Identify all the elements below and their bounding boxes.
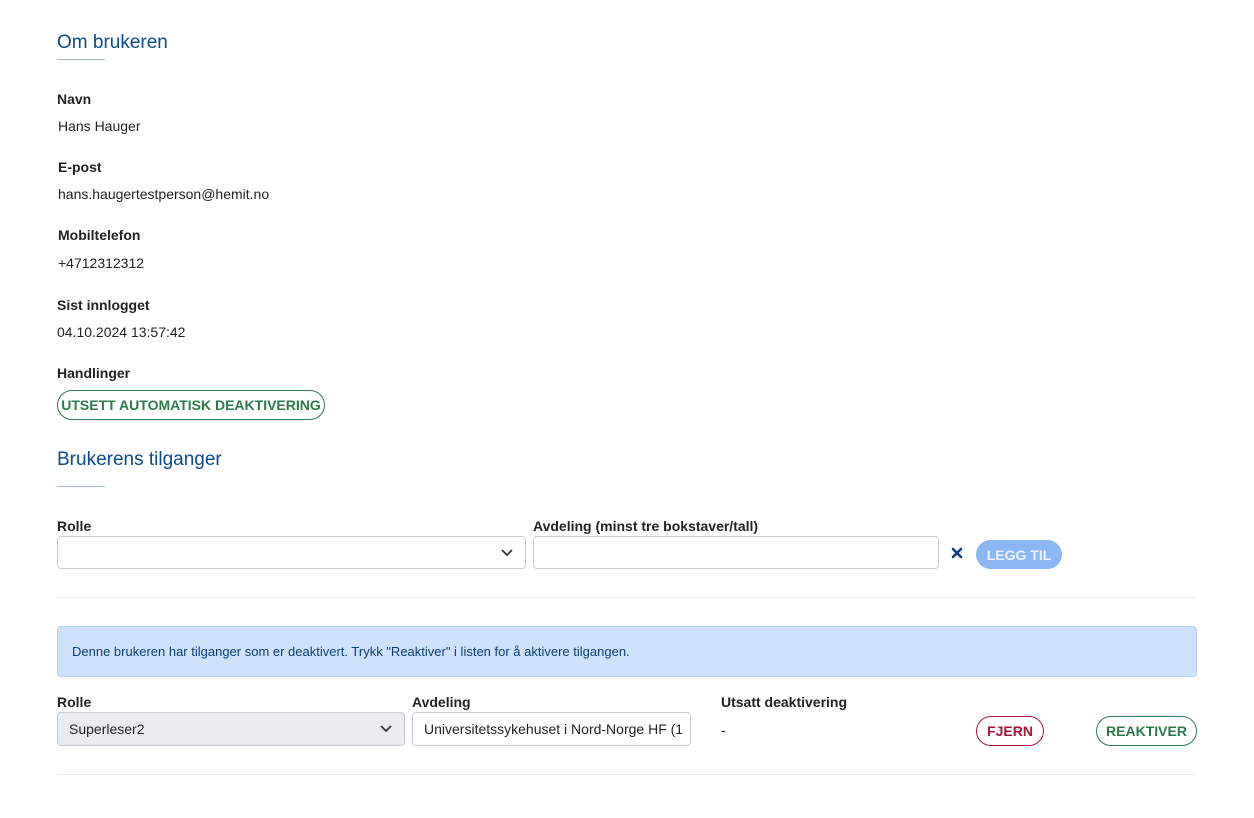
chevron-down-icon: [380, 725, 392, 733]
access-title-underline: [57, 486, 105, 487]
remove-access-button[interactable]: FJERN: [976, 716, 1044, 746]
name-label: Navn: [57, 91, 92, 107]
about-title-underline: [57, 59, 105, 60]
mobile-value: +4712312312: [58, 255, 145, 271]
user-details-page: Om brukeren Navn Hans Hauger E-post hans…: [0, 0, 1254, 818]
list-bottom-divider: [57, 774, 1197, 775]
row-role-select[interactable]: Superleser2: [57, 712, 405, 746]
list-postponed-header: Utsatt deaktivering: [721, 694, 848, 710]
row-role-value: Superleser2: [69, 721, 145, 737]
deactivated-access-alert: Denne brukeren har tilganger som er deak…: [57, 626, 1197, 677]
row-postponed-value: -: [721, 722, 726, 738]
list-role-header: Rolle: [57, 694, 92, 710]
department-input[interactable]: [533, 536, 939, 569]
role-label: Rolle: [57, 518, 92, 534]
about-section-title: Om brukeren: [57, 32, 168, 53]
chevron-down-icon: [501, 548, 513, 556]
mobile-label: Mobiltelefon: [58, 227, 141, 243]
department-label: Avdeling (minst tre bokstaver/tall): [533, 518, 759, 534]
postpone-deactivation-button[interactable]: UTSETT AUTOMATISK DEAKTIVERING: [57, 390, 325, 420]
email-value: hans.haugertestperson@hemit.no: [58, 186, 270, 202]
role-select[interactable]: [57, 536, 526, 569]
email-label: E-post: [58, 159, 102, 175]
last-login-value: 04.10.2024 13:57:42: [57, 324, 186, 340]
reactivate-access-button[interactable]: REAKTIVER: [1096, 716, 1197, 746]
alert-text: Denne brukeren har tilganger som er deak…: [72, 644, 630, 659]
name-value: Hans Hauger: [58, 118, 141, 134]
add-access-button[interactable]: LEGG TIL: [976, 540, 1062, 569]
list-department-header: Avdeling: [412, 694, 471, 710]
section-divider: [57, 597, 1197, 598]
last-login-label: Sist innlogget: [57, 297, 150, 313]
close-icon[interactable]: [951, 547, 963, 559]
row-department-field[interactable]: Universitetssykehuset i Nord-Norge HF (1: [412, 712, 691, 746]
actions-label: Handlinger: [57, 365, 131, 381]
access-section-title: Brukerens tilganger: [57, 449, 222, 470]
